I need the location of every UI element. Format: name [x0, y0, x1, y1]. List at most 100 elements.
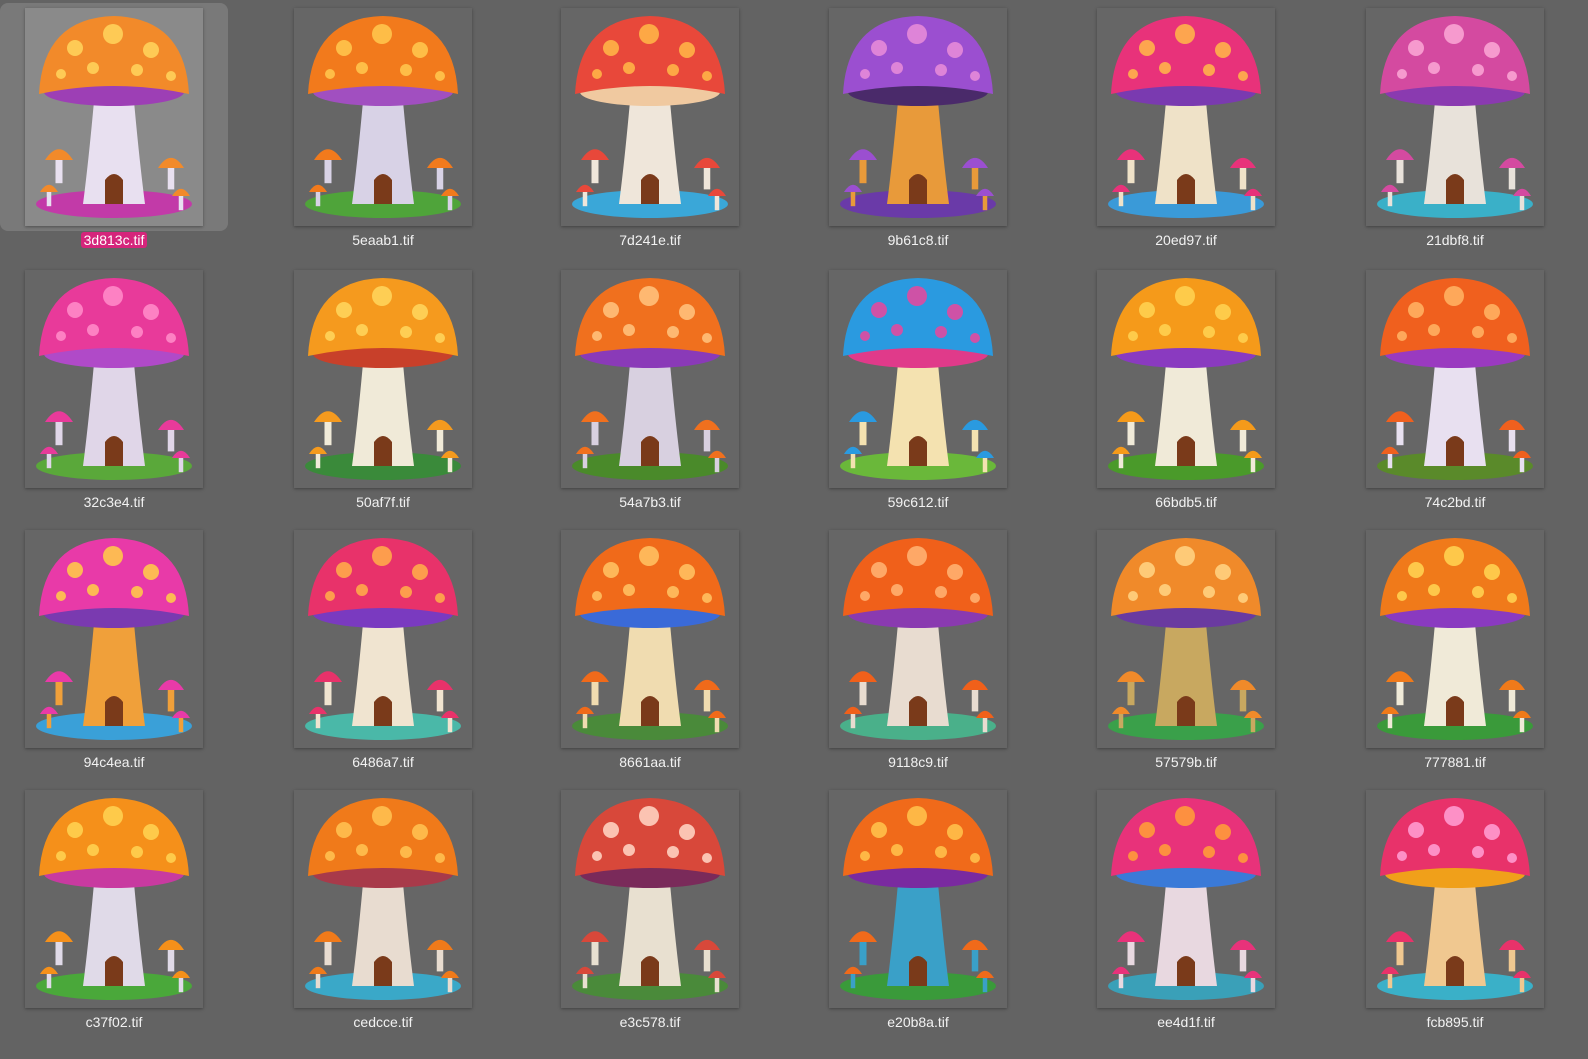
file-thumbnail[interactable] [561, 530, 739, 748]
file-thumbnail[interactable] [294, 790, 472, 1008]
file-thumbnail[interactable] [1366, 790, 1544, 1008]
file-name-label[interactable]: 32c3e4.tif [0, 494, 228, 510]
file-name-text: 94c4ea.tif [83, 754, 145, 770]
file-name-text: 57579b.tif [1155, 754, 1217, 770]
mushroom-illustration [294, 530, 472, 748]
file-name-label[interactable]: 7d241e.tif [536, 232, 764, 248]
mushroom-illustration [561, 8, 739, 226]
file-name-label[interactable]: 777881.tif [1341, 754, 1569, 770]
file-name-text: 32c3e4.tif [83, 494, 145, 510]
file-item[interactable]: 21dbf8.tif [1341, 0, 1569, 261]
file-name-label[interactable]: 8661aa.tif [536, 754, 764, 770]
file-thumbnail[interactable] [561, 8, 739, 226]
file-item[interactable]: 74c2bd.tif [1341, 262, 1569, 523]
file-thumbnail[interactable] [1097, 530, 1275, 748]
file-thumbnail[interactable] [561, 790, 739, 1008]
file-thumbnail[interactable] [1366, 8, 1544, 226]
file-name-text: 21dbf8.tif [1426, 232, 1484, 248]
file-name-label[interactable]: c37f02.tif [0, 1014, 228, 1030]
file-name-text: 9b61c8.tif [887, 232, 949, 248]
file-name-text: 74c2bd.tif [1424, 494, 1486, 510]
file-thumbnail[interactable] [829, 530, 1007, 748]
file-item[interactable]: 57579b.tif [1072, 522, 1300, 783]
file-name-label[interactable]: 74c2bd.tif [1341, 494, 1569, 510]
file-name-label[interactable]: 66bdb5.tif [1072, 494, 1300, 510]
file-item[interactable]: 777881.tif [1341, 522, 1569, 783]
file-thumbnail[interactable] [294, 8, 472, 226]
mushroom-illustration [1366, 790, 1544, 1008]
file-thumbnail[interactable] [1097, 790, 1275, 1008]
file-thumbnail[interactable] [561, 270, 739, 488]
file-name-text: cedcce.tif [353, 1014, 413, 1030]
file-name-label[interactable]: 94c4ea.tif [0, 754, 228, 770]
file-name-label[interactable]: 57579b.tif [1072, 754, 1300, 770]
file-name-label[interactable]: 3d813c.tif [0, 232, 228, 248]
file-thumbnail[interactable] [1366, 530, 1544, 748]
file-item[interactable]: c37f02.tif [0, 782, 228, 1043]
file-item[interactable]: 20ed97.tif [1072, 0, 1300, 261]
file-item[interactable]: 5eaab1.tif [269, 0, 497, 261]
file-item[interactable]: 59c612.tif [804, 262, 1032, 523]
mushroom-illustration [1366, 8, 1544, 226]
mushroom-illustration [1366, 270, 1544, 488]
mushroom-illustration [294, 270, 472, 488]
mushroom-illustration [1097, 270, 1275, 488]
file-name-text: 59c612.tif [887, 494, 949, 510]
file-item[interactable]: 7d241e.tif [536, 0, 764, 261]
file-item[interactable]: 9b61c8.tif [804, 0, 1032, 261]
file-thumbnail[interactable] [829, 8, 1007, 226]
file-thumbnail[interactable] [25, 790, 203, 1008]
file-name-label[interactable]: fcb895.tif [1341, 1014, 1569, 1030]
file-name-label[interactable]: 9b61c8.tif [804, 232, 1032, 248]
file-thumbnail[interactable] [829, 270, 1007, 488]
file-name-label[interactable]: 20ed97.tif [1072, 232, 1300, 248]
file-thumbnail[interactable] [25, 530, 203, 748]
mushroom-illustration [829, 790, 1007, 1008]
file-thumbnail[interactable] [25, 270, 203, 488]
mushroom-illustration [561, 790, 739, 1008]
file-thumbnail[interactable] [829, 790, 1007, 1008]
file-item[interactable]: e3c578.tif [536, 782, 764, 1043]
file-name-label[interactable]: e20b8a.tif [804, 1014, 1032, 1030]
file-item[interactable]: ee4d1f.tif [1072, 782, 1300, 1043]
file-item[interactable]: fcb895.tif [1341, 782, 1569, 1043]
file-thumbnail[interactable] [1097, 8, 1275, 226]
mushroom-illustration [561, 530, 739, 748]
file-item[interactable]: 6486a7.tif [269, 522, 497, 783]
file-name-label[interactable]: 5eaab1.tif [269, 232, 497, 248]
file-name-label[interactable]: cedcce.tif [269, 1014, 497, 1030]
file-thumbnail[interactable] [294, 270, 472, 488]
file-thumbnail[interactable] [1097, 270, 1275, 488]
file-name-text: 777881.tif [1424, 754, 1486, 770]
file-item[interactable]: e20b8a.tif [804, 782, 1032, 1043]
file-item[interactable]: 9118c9.tif [804, 522, 1032, 783]
file-item[interactable]: 94c4ea.tif [0, 522, 228, 783]
mushroom-illustration [25, 530, 203, 748]
file-name-text: ee4d1f.tif [1157, 1014, 1215, 1030]
file-item[interactable]: 8661aa.tif [536, 522, 764, 783]
file-name-label[interactable]: 54a7b3.tif [536, 494, 764, 510]
mushroom-illustration [25, 270, 203, 488]
mushroom-illustration [25, 790, 203, 1008]
file-item[interactable]: 32c3e4.tif [0, 262, 228, 523]
file-thumbnail[interactable] [294, 530, 472, 748]
file-name-label[interactable]: 9118c9.tif [804, 754, 1032, 770]
file-name-label[interactable]: ee4d1f.tif [1072, 1014, 1300, 1030]
file-thumbnail[interactable] [1366, 270, 1544, 488]
file-name-label[interactable]: 50af7f.tif [269, 494, 497, 510]
file-name-label[interactable]: 59c612.tif [804, 494, 1032, 510]
file-name-text: e3c578.tif [619, 1014, 681, 1030]
file-item[interactable]: 54a7b3.tif [536, 262, 764, 523]
file-item[interactable]: 3d813c.tif [0, 0, 228, 261]
file-name-text: 50af7f.tif [356, 494, 410, 510]
mushroom-illustration [1097, 530, 1275, 748]
mushroom-illustration [1366, 530, 1544, 748]
file-name-label[interactable]: 6486a7.tif [269, 754, 497, 770]
file-item[interactable]: cedcce.tif [269, 782, 497, 1043]
file-item[interactable]: 66bdb5.tif [1072, 262, 1300, 523]
mushroom-illustration [294, 8, 472, 226]
file-name-label[interactable]: e3c578.tif [536, 1014, 764, 1030]
file-name-label[interactable]: 21dbf8.tif [1341, 232, 1569, 248]
file-thumbnail[interactable] [25, 8, 203, 226]
file-item[interactable]: 50af7f.tif [269, 262, 497, 523]
